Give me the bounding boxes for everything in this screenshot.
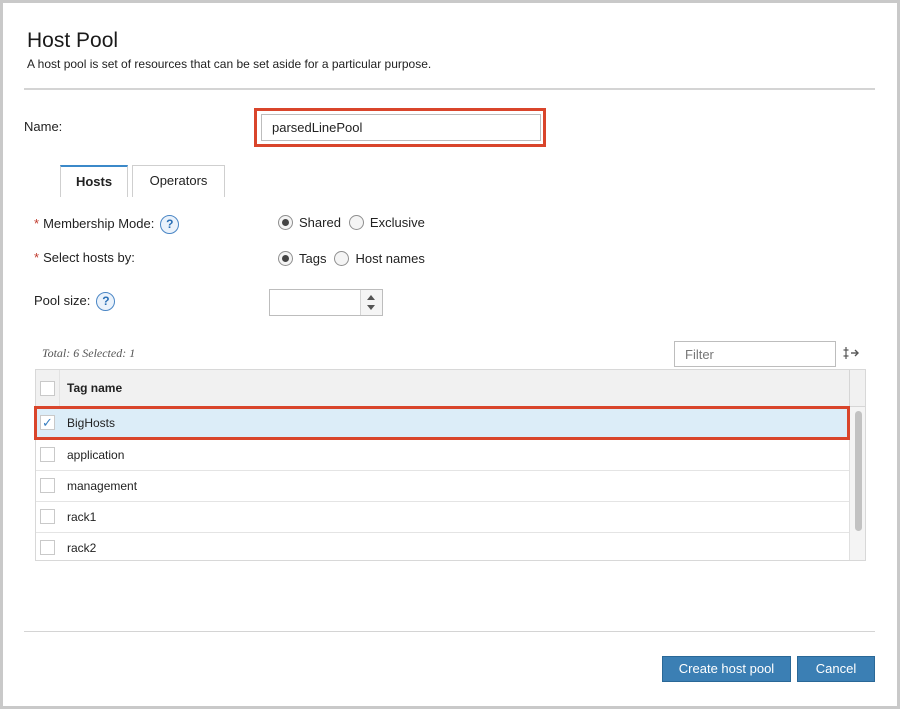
tab-hosts[interactable]: Hosts [60, 165, 128, 197]
select-all-checkbox[interactable] [40, 381, 55, 396]
pool-size-label: Pool size:? [34, 292, 116, 311]
table-row[interactable]: rack1 [36, 502, 849, 533]
select-hosts-label: * Select hosts by: [34, 250, 135, 265]
tag-table: Tag name ✓ BigHosts application manageme… [35, 369, 866, 561]
tag-name-cell: management [67, 479, 138, 493]
radio-host-names-label[interactable]: Host names [355, 251, 424, 266]
footer-divider [24, 631, 875, 632]
column-settings-icon[interactable] [842, 344, 860, 362]
pool-size-text: Pool size: [34, 292, 91, 308]
row-checkbox[interactable] [40, 447, 55, 462]
table-header: Tag name [36, 370, 849, 407]
radio-tags[interactable] [278, 251, 293, 266]
radio-exclusive[interactable] [348, 215, 364, 230]
radio-shared[interactable] [278, 215, 293, 230]
tab-operators[interactable]: Operators [132, 165, 225, 197]
column-header-tag-name[interactable]: Tag name [67, 381, 122, 395]
tag-name-cell: rack1 [67, 510, 97, 524]
header-scroll-spacer [849, 370, 865, 407]
required-marker: * [34, 215, 40, 231]
filter-input[interactable] [674, 341, 836, 367]
cancel-button[interactable]: Cancel [797, 656, 875, 682]
table-summary: Total: 6 Selected: 1 [42, 346, 136, 360]
help-icon[interactable]: ? [96, 292, 116, 311]
name-input[interactable] [261, 114, 541, 141]
tag-name-cell: application [67, 448, 125, 462]
tag-name-cell: rack2 [67, 541, 97, 555]
membership-mode-text: Membership Mode: [43, 215, 155, 231]
table-row[interactable]: application [36, 440, 849, 471]
dialog-subtitle: A host pool is set of resources that can… [27, 57, 432, 71]
radio-host-names[interactable] [334, 251, 350, 266]
table-row[interactable]: management [36, 471, 849, 502]
column-separator [59, 370, 60, 406]
radio-tags-label[interactable]: Tags [299, 251, 326, 266]
table-row[interactable]: rack2 [36, 533, 849, 560]
header-divider [24, 88, 875, 90]
tag-name-cell: BigHosts [67, 416, 116, 430]
create-host-pool-button[interactable]: Create host pool [662, 656, 791, 682]
pool-size-spinner[interactable] [269, 289, 383, 316]
row-checkbox[interactable] [40, 509, 55, 524]
row-checkbox[interactable]: ✓ [40, 415, 55, 430]
column-settings-svg [843, 347, 859, 359]
increment-icon[interactable] [367, 295, 375, 300]
membership-mode-radio-group: Shared Exclusive [278, 215, 433, 230]
table-scrollbar[interactable] [849, 407, 865, 560]
select-hosts-text: Select hosts by: [43, 250, 135, 265]
scrollbar-thumb[interactable] [855, 411, 862, 531]
dialog-title: Host Pool [27, 29, 119, 52]
decrement-icon[interactable] [367, 305, 375, 310]
row-checkbox[interactable] [40, 540, 55, 555]
help-icon[interactable]: ? [160, 215, 180, 234]
radio-exclusive-label[interactable]: Exclusive [370, 215, 425, 230]
select-hosts-radio-group: Tags Host names [278, 251, 433, 266]
spinner-buttons [360, 290, 382, 315]
row-checkbox[interactable] [40, 478, 55, 493]
pool-size-input[interactable] [270, 290, 360, 315]
radio-shared-label[interactable]: Shared [299, 215, 341, 230]
required-marker: * [34, 250, 40, 265]
membership-mode-label: * Membership Mode:? [34, 215, 180, 234]
table-row[interactable]: ✓ BigHosts [36, 408, 849, 439]
name-label: Name: [24, 119, 63, 134]
